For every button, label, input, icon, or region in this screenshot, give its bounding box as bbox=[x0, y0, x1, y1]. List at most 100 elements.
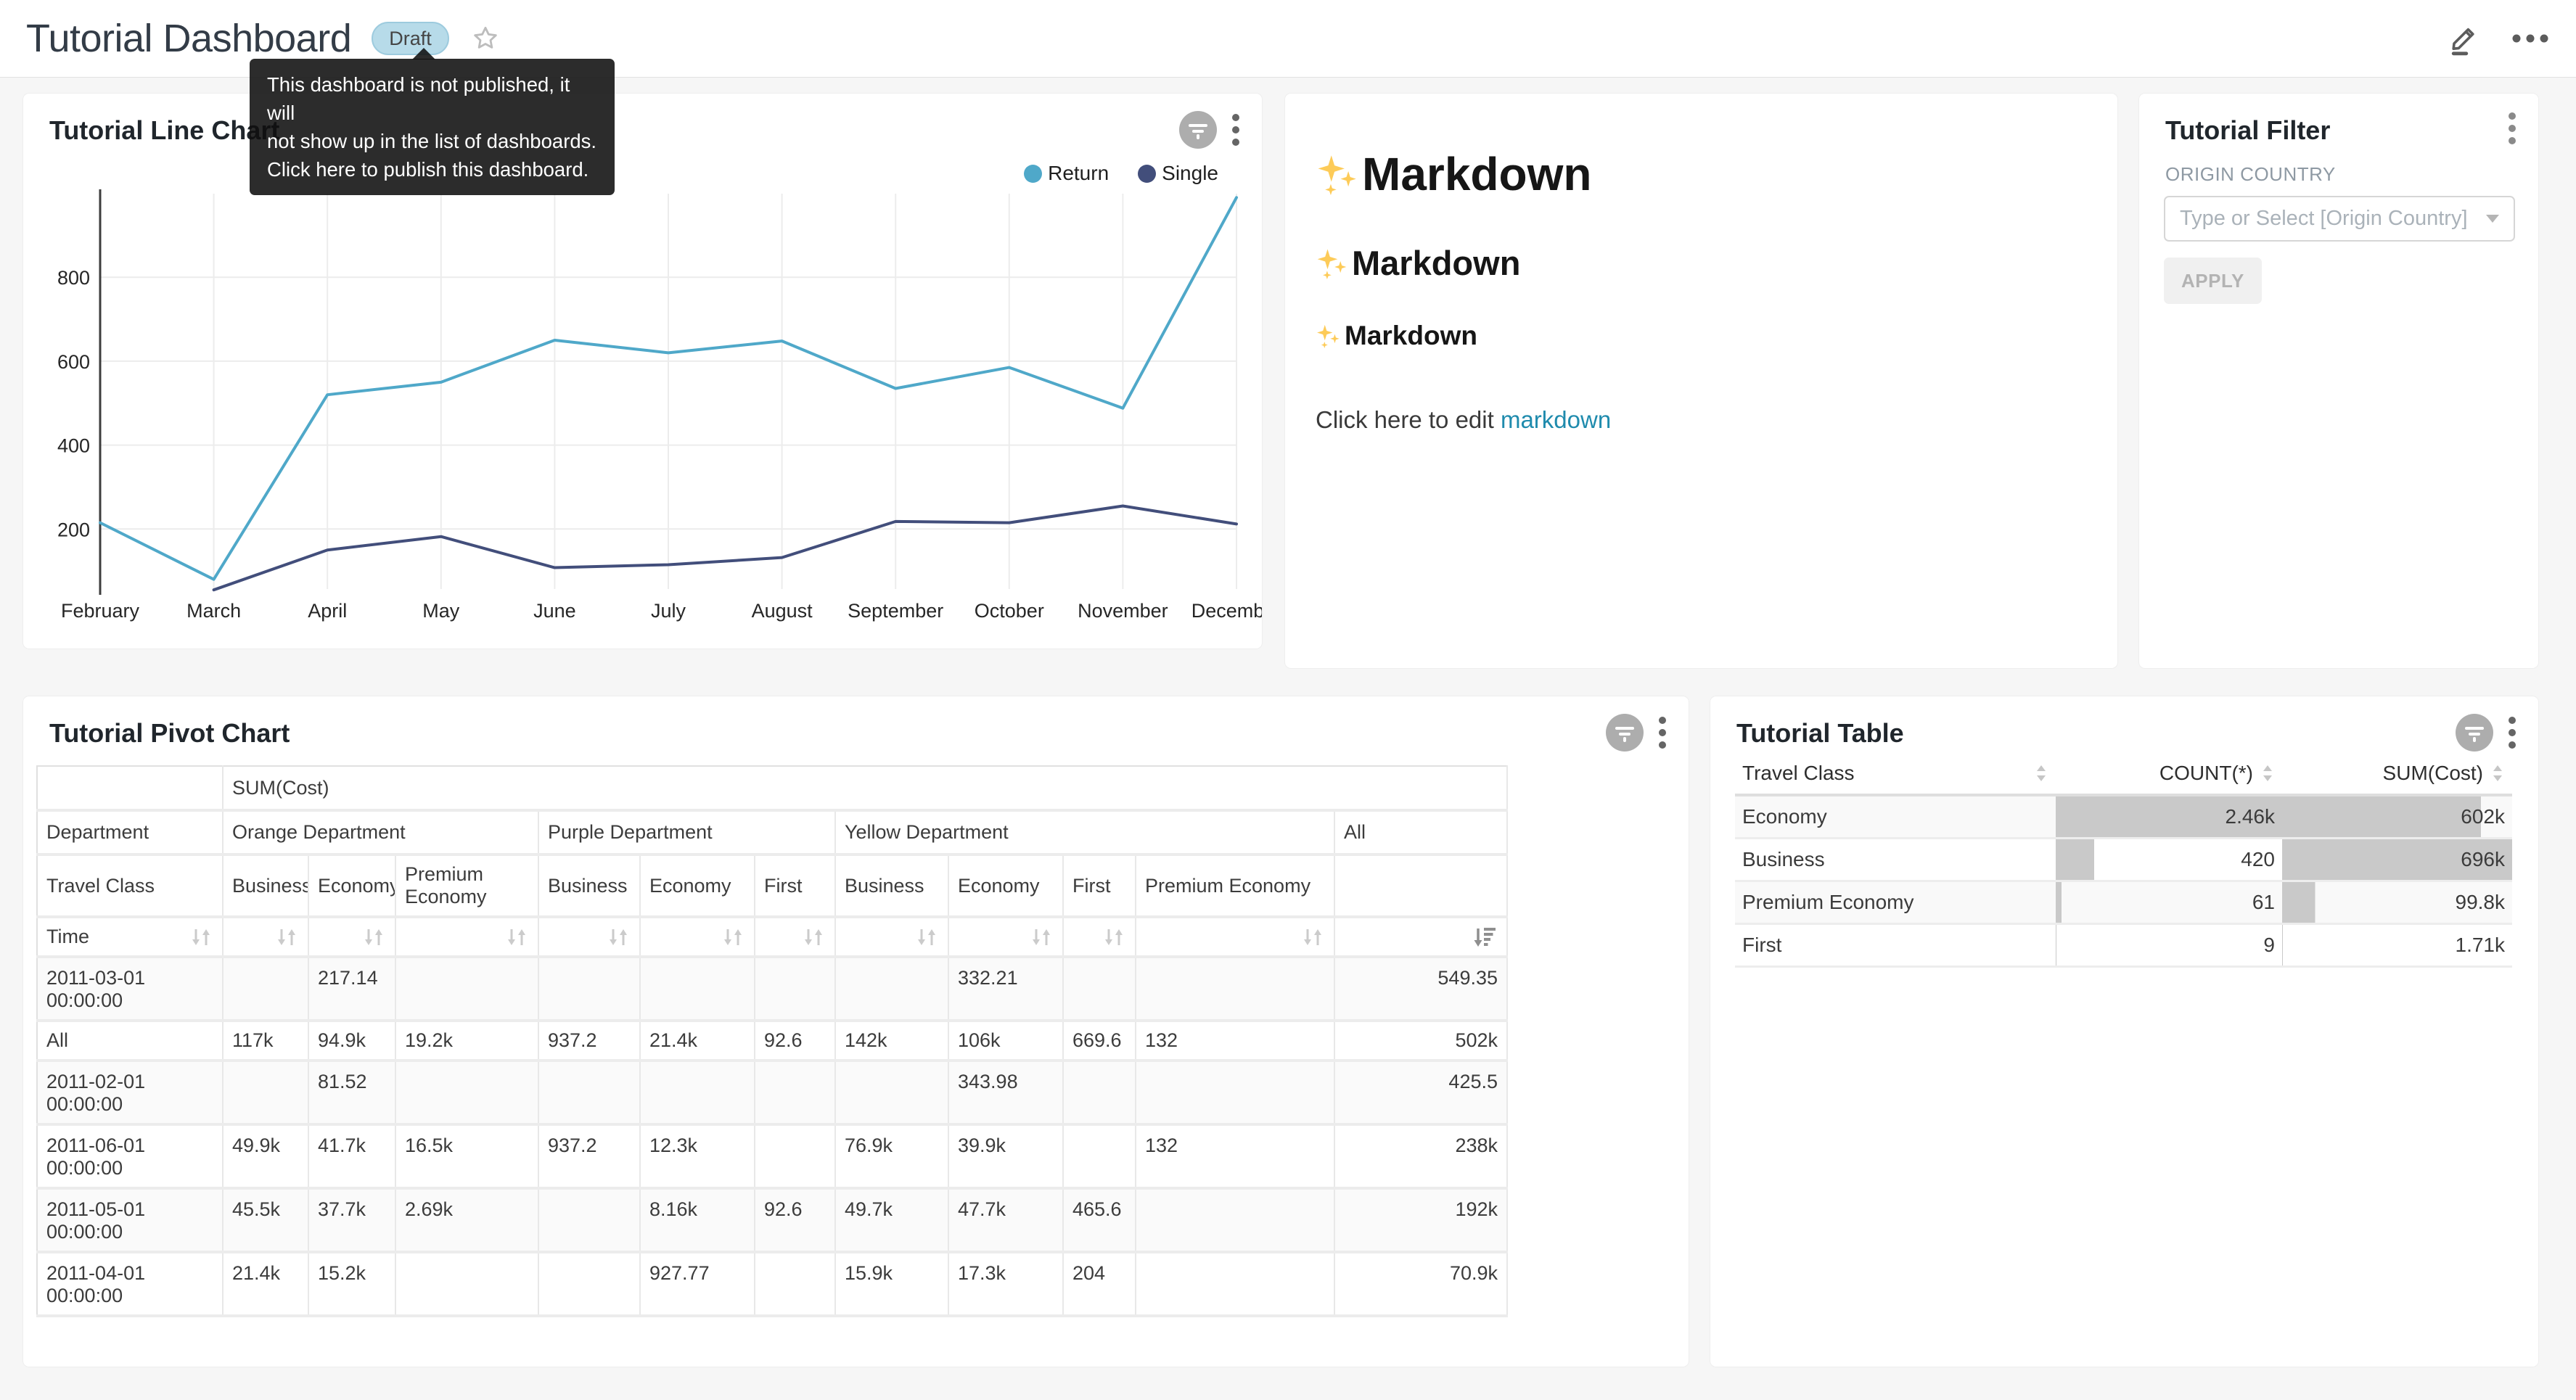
pivot-value-cell: 76.9k bbox=[835, 1124, 948, 1188]
sort-desc-active-icon[interactable] bbox=[1472, 926, 1498, 948]
markdown-h3-text: Markdown bbox=[1345, 321, 1477, 351]
pivot-value-cell: 332.21 bbox=[948, 957, 1063, 1021]
table-value-cell: 696k bbox=[2282, 839, 2512, 881]
pivot-sort-cell bbox=[538, 917, 640, 957]
pivot-value-cell: 192k bbox=[1334, 1188, 1507, 1252]
pivot-sort-cell bbox=[1063, 917, 1136, 957]
origin-country-select[interactable]: Type or Select [Origin Country] bbox=[2164, 196, 2515, 242]
table-row-label: Premium Economy bbox=[1735, 881, 2056, 924]
table-row[interactable]: Economy2.46k602k bbox=[1735, 795, 2512, 839]
pivot-value-cell: 117k bbox=[223, 1021, 308, 1061]
pivot-subdim-header: Travel Class bbox=[37, 855, 223, 917]
pivot-value-cell: 8.16k bbox=[640, 1188, 755, 1252]
legend-item-single[interactable]: Single bbox=[1138, 162, 1218, 185]
sort-icon[interactable] bbox=[914, 926, 939, 948]
table-row[interactable]: Premium Economy6199.8k bbox=[1735, 881, 2512, 924]
markdown-h3: Markdown bbox=[1316, 321, 2087, 351]
sort-icon[interactable] bbox=[721, 926, 745, 948]
pivot-value-cell bbox=[835, 1061, 948, 1124]
pivot-class-header: Business bbox=[835, 855, 948, 917]
pivot-value-cell: 19.2k bbox=[395, 1021, 538, 1061]
filter-field-label: ORIGIN COUNTRY bbox=[2165, 163, 2336, 186]
pivot-class-header bbox=[1334, 855, 1507, 917]
pivot-class-header: Economy bbox=[640, 855, 755, 917]
legend-label: Return bbox=[1048, 162, 1109, 185]
table-value-cell: 99.8k bbox=[2282, 881, 2512, 924]
sort-icon[interactable] bbox=[801, 926, 826, 948]
sort-icon[interactable] bbox=[606, 926, 631, 948]
pivot-class-header: First bbox=[755, 855, 835, 917]
svg-text:October: October bbox=[975, 600, 1044, 622]
pivot-table-wrap: SUM(Cost)DepartmentOrange DepartmentPurp… bbox=[36, 765, 1508, 1317]
svg-text:July: July bbox=[651, 600, 686, 622]
svg-text:December: December bbox=[1191, 600, 1262, 622]
cross-filter-badge-icon[interactable] bbox=[1179, 111, 1217, 149]
apply-button[interactable]: APPLY bbox=[2164, 258, 2262, 304]
pivot-class-header: Business bbox=[223, 855, 308, 917]
table-row[interactable]: First91.71k bbox=[1735, 924, 2512, 967]
sort-icon[interactable] bbox=[189, 926, 213, 948]
edit-pencil-icon[interactable] bbox=[2447, 21, 2482, 56]
column-header-sum-cost[interactable]: SUM(Cost) bbox=[2282, 753, 2512, 795]
legend-dot-single bbox=[1138, 165, 1156, 183]
pivot-value-cell bbox=[755, 957, 835, 1021]
sort-caret-icon bbox=[2260, 762, 2275, 784]
pivot-measure-header: SUM(Cost) bbox=[223, 766, 1507, 810]
pivot-row-label: 2011-05-01 00:00:00 bbox=[37, 1188, 223, 1252]
table-title[interactable]: Tutorial Table bbox=[1736, 718, 1904, 749]
sort-icon[interactable] bbox=[361, 926, 386, 948]
kebab-menu-icon[interactable] bbox=[2508, 715, 2516, 750]
pivot-value-cell: 238k bbox=[1334, 1124, 1507, 1188]
markdown-h2-text: Markdown bbox=[1352, 243, 1520, 283]
pivot-table: SUM(Cost)DepartmentOrange DepartmentPurp… bbox=[36, 765, 1508, 1317]
markdown-content: Markdown Markdown Markdown Click here to… bbox=[1285, 94, 2117, 434]
markdown-h1-text: Markdown bbox=[1362, 147, 1591, 201]
cross-filter-badge-icon[interactable] bbox=[1606, 714, 1644, 752]
sort-icon[interactable] bbox=[1300, 926, 1325, 948]
kebab-menu-icon[interactable] bbox=[2508, 111, 2516, 146]
table-row[interactable]: Business420696k bbox=[1735, 839, 2512, 881]
svg-text:May: May bbox=[422, 600, 460, 622]
table-panel: Tutorial Table Travel Class bbox=[1710, 696, 2538, 1367]
cross-filter-badge-icon[interactable] bbox=[2456, 714, 2493, 752]
table-value-cell: 1.71k bbox=[2282, 924, 2512, 967]
pivot-value-cell: 37.7k bbox=[308, 1188, 395, 1252]
column-header-travel-class[interactable]: Travel Class bbox=[1735, 753, 2056, 795]
sort-icon[interactable] bbox=[1102, 926, 1126, 948]
column-header-count[interactable]: COUNT(*) bbox=[2056, 753, 2282, 795]
pivot-chart-title[interactable]: Tutorial Pivot Chart bbox=[49, 718, 290, 749]
pivot-class-header: Economy bbox=[948, 855, 1063, 917]
markdown-h1: Markdown bbox=[1316, 147, 2087, 201]
sort-icon[interactable] bbox=[1029, 926, 1054, 948]
favorite-star-icon[interactable] bbox=[471, 24, 500, 53]
sort-icon[interactable] bbox=[274, 926, 299, 948]
markdown-edit-link[interactable]: markdown bbox=[1501, 406, 1611, 433]
pivot-value-cell: 21.4k bbox=[640, 1021, 755, 1061]
more-horiz-icon[interactable] bbox=[2511, 31, 2550, 46]
sort-icon[interactable] bbox=[504, 926, 529, 948]
filter-panel: Tutorial Filter ORIGIN COUNTRY Type or S… bbox=[2139, 94, 2538, 668]
header-actions bbox=[2447, 0, 2550, 77]
pivot-value-cell bbox=[640, 1061, 755, 1124]
pivot-sort-cell bbox=[640, 917, 755, 957]
pivot-chart-panel: Tutorial Pivot Chart SUM(Cost)Department… bbox=[23, 696, 1689, 1367]
pivot-value-cell bbox=[1063, 1061, 1136, 1124]
pivot-value-cell: 92.6 bbox=[755, 1021, 835, 1061]
pivot-sort-cell bbox=[1334, 917, 1507, 957]
select-placeholder: Type or Select [Origin Country] bbox=[2180, 207, 2480, 231]
kebab-menu-icon[interactable] bbox=[1231, 112, 1240, 147]
legend-item-return[interactable]: Return bbox=[1024, 162, 1109, 185]
pivot-value-cell: 106k bbox=[948, 1021, 1063, 1061]
pivot-value-cell bbox=[755, 1252, 835, 1316]
pivot-value-cell bbox=[835, 957, 948, 1021]
markdown-panel[interactable]: Markdown Markdown Markdown Click here to… bbox=[1285, 94, 2117, 668]
kebab-menu-icon[interactable] bbox=[1658, 715, 1667, 750]
sort-caret-icon bbox=[2490, 762, 2505, 784]
markdown-paragraph-text: Click here to edit bbox=[1316, 406, 1501, 433]
pivot-value-cell: 12.3k bbox=[640, 1124, 755, 1188]
pivot-value-cell bbox=[1063, 957, 1136, 1021]
pivot-value-cell: 70.9k bbox=[1334, 1252, 1507, 1316]
draft-badge[interactable]: Draft bbox=[372, 22, 449, 55]
svg-text:800: 800 bbox=[57, 267, 90, 289]
pivot-colgroup-header: Orange Department bbox=[223, 810, 538, 855]
